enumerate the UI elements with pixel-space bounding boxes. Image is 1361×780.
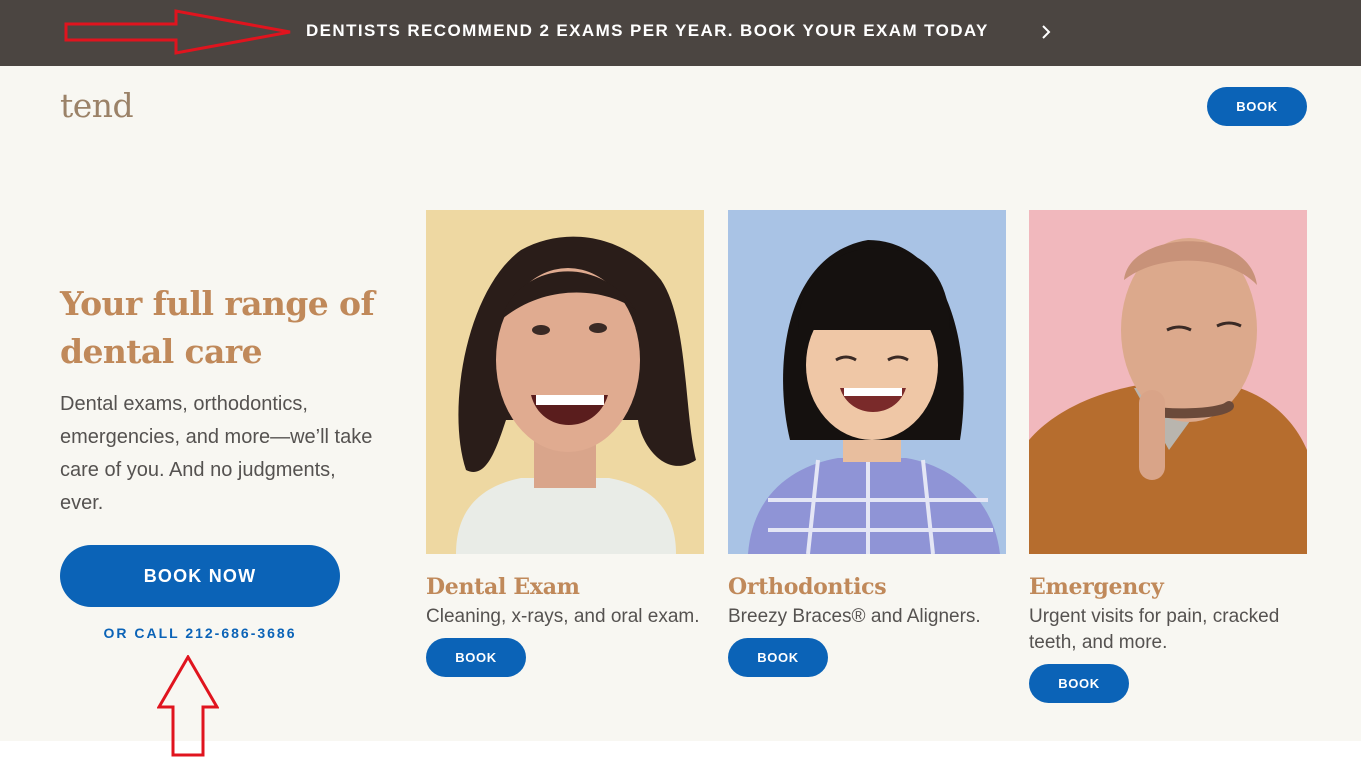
service-title[interactable]: Emergency (1029, 574, 1307, 600)
promo-text[interactable]: DENTISTS RECOMMEND 2 EXAMS PER YEAR. BOO… (306, 21, 989, 41)
service-card-emergency: Emergency Urgent visits for pain, cracke… (1029, 210, 1307, 703)
promo-bar[interactable]: DENTISTS RECOMMEND 2 EXAMS PER YEAR. BOO… (0, 0, 1361, 66)
hero-headline: Your full range of dental care (60, 284, 375, 371)
dental-exam-photo (426, 210, 704, 554)
hero-description: Dental exams, orthodontics, emergencies,… (60, 393, 373, 514)
red-up-arrow-annotation-icon (157, 655, 219, 757)
red-arrow-annotation-icon (64, 9, 291, 55)
service-title[interactable]: Orthodontics (728, 574, 1006, 600)
chevron-right-icon[interactable] (1040, 24, 1052, 40)
service-description: Cleaning, x-rays, and oral exam. (426, 606, 700, 627)
emergency-book-button[interactable]: BOOK (1029, 664, 1129, 703)
dental-exam-book-button[interactable]: BOOK (426, 638, 526, 677)
tend-logo[interactable]: tend (60, 86, 134, 125)
service-description: Breezy Braces® and Aligners. (728, 606, 981, 627)
service-card-dental-exam: Dental Exam Cleaning, x-rays, and oral e… (426, 210, 704, 677)
service-description: Urgent visits for pain, cracked teeth, a… (1029, 606, 1280, 653)
header-book-button[interactable]: BOOK (1207, 87, 1307, 126)
call-phone-link[interactable]: OR CALL 212-686-3686 (60, 625, 340, 641)
orthodontics-photo (728, 210, 1006, 554)
book-now-button[interactable]: BOOK NOW (60, 545, 340, 607)
orthodontics-book-button[interactable]: BOOK (728, 638, 828, 677)
main-content: tend BOOK Your full range of dental care… (0, 66, 1361, 741)
service-card-orthodontics: Orthodontics Breezy Braces® and Aligners… (728, 210, 1006, 677)
emergency-photo (1029, 210, 1307, 554)
service-title[interactable]: Dental Exam (426, 574, 704, 600)
